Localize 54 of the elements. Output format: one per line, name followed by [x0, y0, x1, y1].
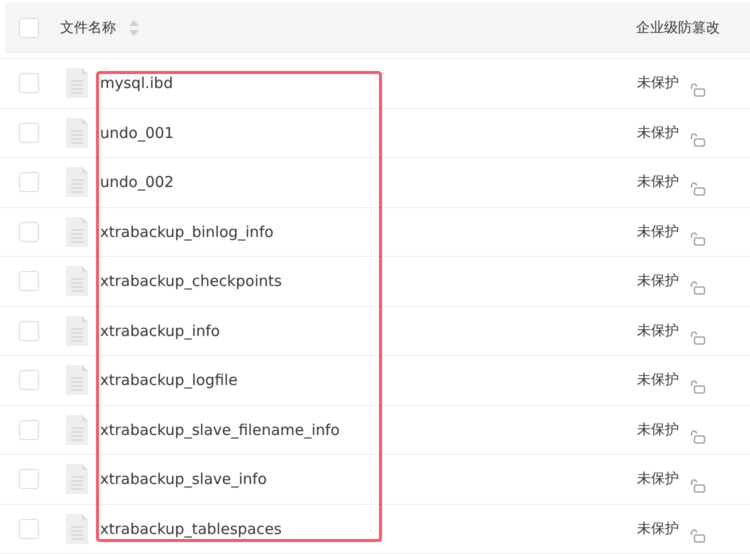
file-name[interactable]: xtrabackup_checkpoints	[100, 272, 282, 290]
file-name[interactable]: xtrabackup_slave_info	[100, 470, 267, 488]
unlocked-icon[interactable]	[690, 83, 706, 97]
unlocked-icon[interactable]	[690, 232, 706, 246]
unlocked-icon[interactable]	[690, 281, 706, 295]
row-checkbox[interactable]	[19, 518, 39, 539]
unlocked-icon[interactable]	[690, 182, 706, 196]
file-name[interactable]: undo_001	[100, 124, 174, 142]
file-icon	[66, 266, 88, 296]
file-icon	[66, 464, 88, 494]
unlocked-icon[interactable]	[690, 430, 706, 444]
unlocked-icon[interactable]	[690, 479, 706, 493]
file-icon	[66, 167, 88, 198]
protection-status: 未保护	[637, 74, 679, 92]
file-icon	[66, 316, 88, 346]
file-icon	[66, 365, 88, 396]
protection-status: 未保护	[637, 173, 679, 192]
file-name[interactable]: mysql.ibd	[100, 74, 173, 92]
file-icon	[66, 216, 88, 247]
protection-status: 未保护	[637, 470, 679, 488]
row-checkbox[interactable]	[19, 420, 39, 440]
row-checkbox[interactable]	[19, 222, 39, 242]
protection-status: 未保护	[637, 371, 679, 390]
file-icon	[66, 68, 88, 98]
protection-status: 未保护	[637, 520, 679, 538]
row-checkbox[interactable]	[19, 370, 39, 390]
file-name[interactable]: xtrabackup_binlog_info	[100, 222, 274, 241]
file-name[interactable]: xtrabackup_info	[100, 322, 220, 340]
file-name[interactable]: xtrabackup_slave_filename_info	[100, 420, 340, 439]
file-name[interactable]: xtrabackup_logfile	[100, 371, 238, 390]
row-checkbox[interactable]	[19, 320, 39, 341]
unlocked-icon[interactable]	[690, 380, 706, 394]
file-icon	[66, 414, 88, 445]
protection-status: 未保护	[637, 420, 679, 439]
file-icon	[66, 514, 88, 544]
protection-status: 未保护	[637, 272, 679, 290]
row-checkbox[interactable]	[19, 172, 39, 192]
row-checkbox[interactable]	[19, 271, 39, 292]
protection-status: 未保护	[637, 124, 679, 142]
row-checkbox[interactable]	[19, 122, 39, 143]
unlocked-icon[interactable]	[690, 528, 706, 542]
protection-status: 未保护	[637, 222, 679, 241]
row-checkbox[interactable]	[19, 73, 39, 94]
column-header: 企业级防篡改	[636, 18, 720, 36]
column-header[interactable]: 文件名称	[60, 18, 116, 36]
file-name[interactable]: xtrabackup_tablespaces	[100, 520, 282, 538]
row-checkbox[interactable]	[19, 469, 39, 490]
file-icon	[66, 118, 88, 148]
unlocked-icon[interactable]	[690, 132, 706, 146]
select-all-checkbox[interactable]	[19, 18, 39, 38]
unlocked-icon[interactable]	[690, 330, 706, 344]
protection-status: 未保护	[637, 322, 679, 340]
sort-icon[interactable]	[128, 18, 140, 36]
file-name[interactable]: undo_002	[100, 173, 174, 192]
